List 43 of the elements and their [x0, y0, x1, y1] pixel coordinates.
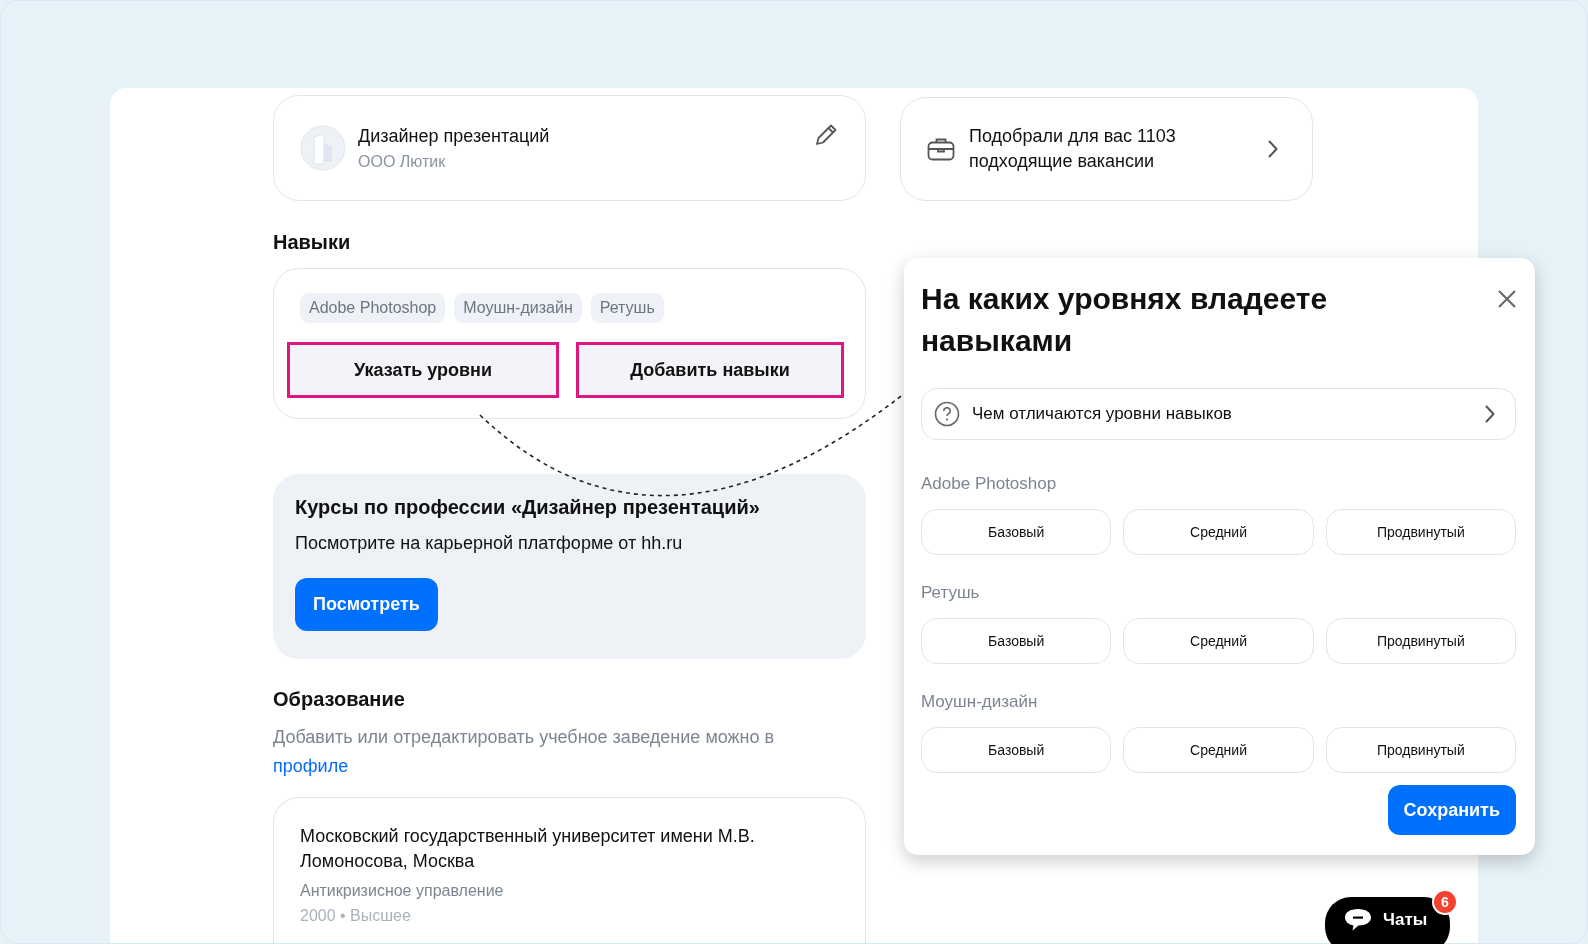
skill-tag: Adobe Photoshop — [300, 293, 446, 323]
profile-link[interactable]: профиле — [273, 756, 349, 776]
section-heading: Образование — [273, 688, 406, 711]
education-details: 2000 • Высшее — [300, 907, 412, 925]
level-option[interactable]: Продвинутый — [1325, 618, 1516, 664]
dialog-title: На каких уровнях владеете навыками — [921, 281, 1329, 359]
question-icon — [934, 401, 960, 427]
level-option[interactable]: Продвинутый — [1325, 727, 1516, 773]
level-option[interactable]: Продвинутый — [1325, 509, 1516, 555]
skill-name: Моушн-дизайн — [921, 692, 1039, 712]
level-option[interactable]: Базовый — [921, 727, 1112, 773]
pencil-icon[interactable] — [813, 122, 839, 148]
view-button[interactable]: Посмотреть — [295, 578, 438, 631]
levels-help-link[interactable]: Чем отличаются уровни навыков — [921, 388, 1516, 440]
vacancies-text: Подобрали для вас 1103 подходящие вакансии — [969, 125, 1177, 173]
chevron-right-icon — [1485, 405, 1495, 423]
level-option[interactable]: Средний — [1123, 618, 1314, 664]
skill-name: Adobe Photoshop — [921, 474, 1058, 494]
university-name: Московский государственный университет имени М.В. Ломоносова, Москва — [300, 825, 756, 873]
job-title: Дизайнер презентаций — [358, 125, 551, 147]
level-option[interactable]: Средний — [1123, 727, 1314, 773]
education-note: Добавить или отредактировать учебное заведение можно в профиле — [273, 726, 776, 778]
section-heading: Навыки — [273, 231, 352, 254]
level-option[interactable]: Средний — [1123, 509, 1314, 555]
company-logo-icon — [300, 125, 346, 171]
skill-tag: Моушн-дизайн — [454, 293, 582, 323]
skill-name: Ретушь — [921, 583, 981, 603]
chevron-right-icon — [1268, 140, 1278, 158]
courses-subtitle: Посмотрите на карьерной платформе от hh.ru — [295, 533, 684, 554]
company-name: ООО Лютик — [358, 152, 447, 171]
faculty-name: Антикризисное управление — [300, 882, 505, 900]
skills-action-button[interactable]: Указать уровни — [287, 342, 559, 398]
skill-tag: Ретушь — [590, 293, 664, 323]
vacancies-card[interactable]: Подобрали для вас 1103 подходящие вакансии — [900, 97, 1313, 201]
skills-action-button[interactable]: Добавить навыки — [576, 342, 844, 398]
chat-bubble-icon — [1343, 907, 1373, 933]
save-button[interactable]: Сохранить — [1387, 785, 1516, 835]
close-icon[interactable] — [1498, 290, 1516, 308]
job-card[interactable]: Дизайнер презентаций ООО Лютик — [273, 95, 866, 201]
briefcase-icon — [927, 136, 955, 162]
courses-title: Курсы по профессии «Дизайнер презентаций» — [295, 496, 761, 519]
level-option[interactable]: Базовый — [921, 509, 1112, 555]
level-option[interactable]: Базовый — [921, 618, 1112, 664]
